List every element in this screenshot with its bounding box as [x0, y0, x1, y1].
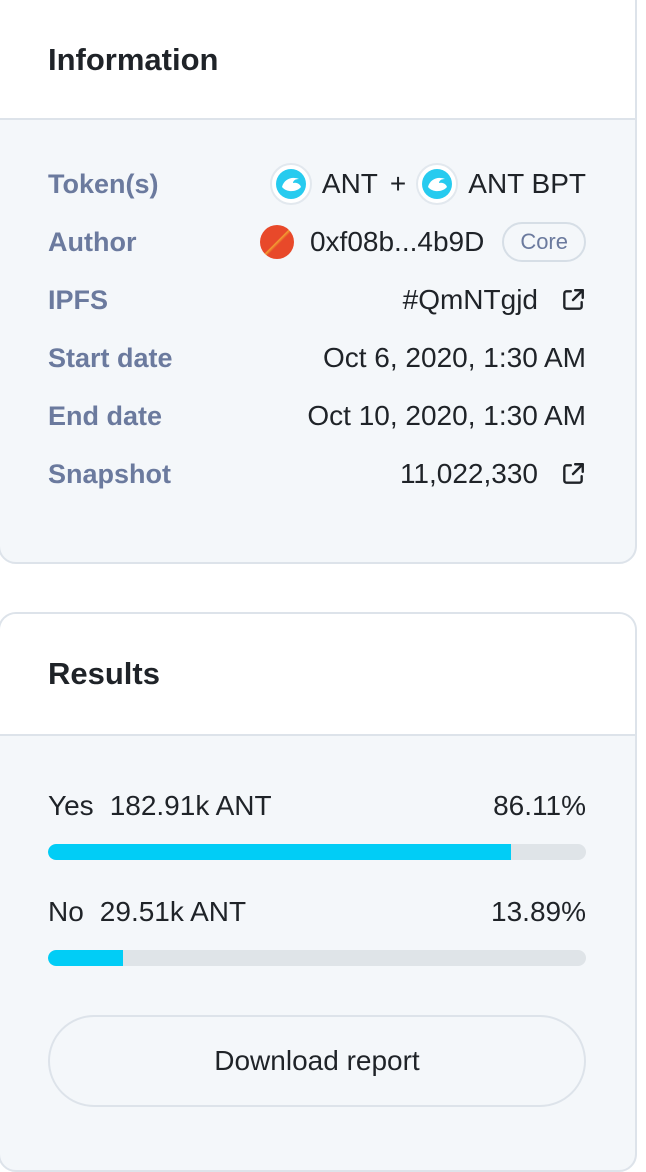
result-summary: No 29.51k ANT: [48, 896, 246, 928]
result-percent: 13.89%: [491, 896, 586, 927]
information-title: Information: [48, 42, 219, 77]
token-separator: +: [389, 168, 407, 199]
result-row: Yes 182.91k ANT 86.11%: [48, 788, 586, 824]
information-header: Information: [0, 0, 635, 120]
results-header: Results: [0, 614, 635, 736]
start-date-row: Start date Oct 6, 2020, 1:30 AM: [48, 329, 586, 387]
progress-bar: [48, 950, 586, 966]
results-card: Results Yes 182.91k ANT 86.11% No 29.51k A…: [0, 612, 637, 1172]
snapshot-link[interactable]: 11,022,330: [400, 458, 586, 490]
aragon-logo-icon: [269, 163, 312, 205]
author-row: Author 0xf08b...4b9D Core: [48, 213, 586, 271]
ipfs-link[interactable]: #QmNTgjd: [403, 284, 586, 316]
result-amount: 29.51k ANT: [99, 896, 247, 927]
ipfs-hash[interactable]: #QmNTgjd: [403, 284, 538, 316]
snapshot-block[interactable]: 11,022,330: [400, 458, 538, 490]
information-body: Token(s) ANT + ANT BPT Author 0xf08b...4…: [0, 120, 635, 503]
result-amount: 182.91k ANT: [109, 790, 272, 821]
author-avatar: [259, 225, 294, 259]
token-2-symbol: ANT BPT: [468, 168, 586, 199]
tokens-row: Token(s) ANT + ANT BPT: [48, 155, 586, 213]
aragon-logo-icon: [416, 163, 459, 205]
end-date-value: Oct 10, 2020, 1:30 AM: [307, 400, 586, 431]
results-body: Yes 182.91k ANT 86.11% No 29.51k ANT 13.89…: [0, 736, 635, 1107]
snapshot-row: Snapshot 11,022,330: [48, 445, 586, 503]
ipfs-row: IPFS #QmNTgjd: [48, 271, 586, 329]
start-date-value: Oct 6, 2020, 1:30 AM: [322, 342, 586, 373]
download-report-button[interactable]: Download report: [48, 1015, 586, 1107]
tokens-label: Token(s): [48, 168, 159, 199]
progress-fill: [48, 950, 123, 966]
result-yes: Yes 182.91k ANT 86.11%: [48, 788, 586, 860]
progress-fill: [48, 844, 512, 860]
result-row: No 29.51k ANT 13.89%: [48, 894, 586, 930]
author-label: Author: [48, 226, 137, 257]
external-link-icon[interactable]: [560, 461, 586, 487]
progress-bar: [48, 844, 586, 860]
ipfs-label: IPFS: [48, 284, 109, 315]
tokens-value: ANT + ANT BPT: [269, 163, 586, 205]
snapshot-label: Snapshot: [48, 458, 172, 489]
results-title: Results: [48, 656, 160, 691]
result-percent: 86.11%: [493, 790, 586, 821]
external-link-icon[interactable]: [560, 287, 586, 313]
end-date-row: End date Oct 10, 2020, 1:30 AM: [48, 387, 586, 445]
author-address[interactable]: 0xf08b...4b9D: [310, 226, 484, 258]
author-value[interactable]: 0xf08b...4b9D Core: [259, 222, 586, 262]
result-choice: No: [48, 896, 84, 927]
information-card: Information Token(s) ANT + ANT BPT Autho…: [0, 0, 637, 564]
token-1-symbol: ANT: [321, 168, 378, 199]
result-choice: Yes: [48, 790, 94, 821]
core-badge: Core: [502, 222, 586, 262]
end-date-label: End date: [48, 400, 163, 431]
result-no: No 29.51k ANT 13.89%: [48, 894, 586, 966]
start-date-label: Start date: [48, 342, 173, 373]
result-summary: Yes 182.91k ANT: [48, 790, 272, 822]
